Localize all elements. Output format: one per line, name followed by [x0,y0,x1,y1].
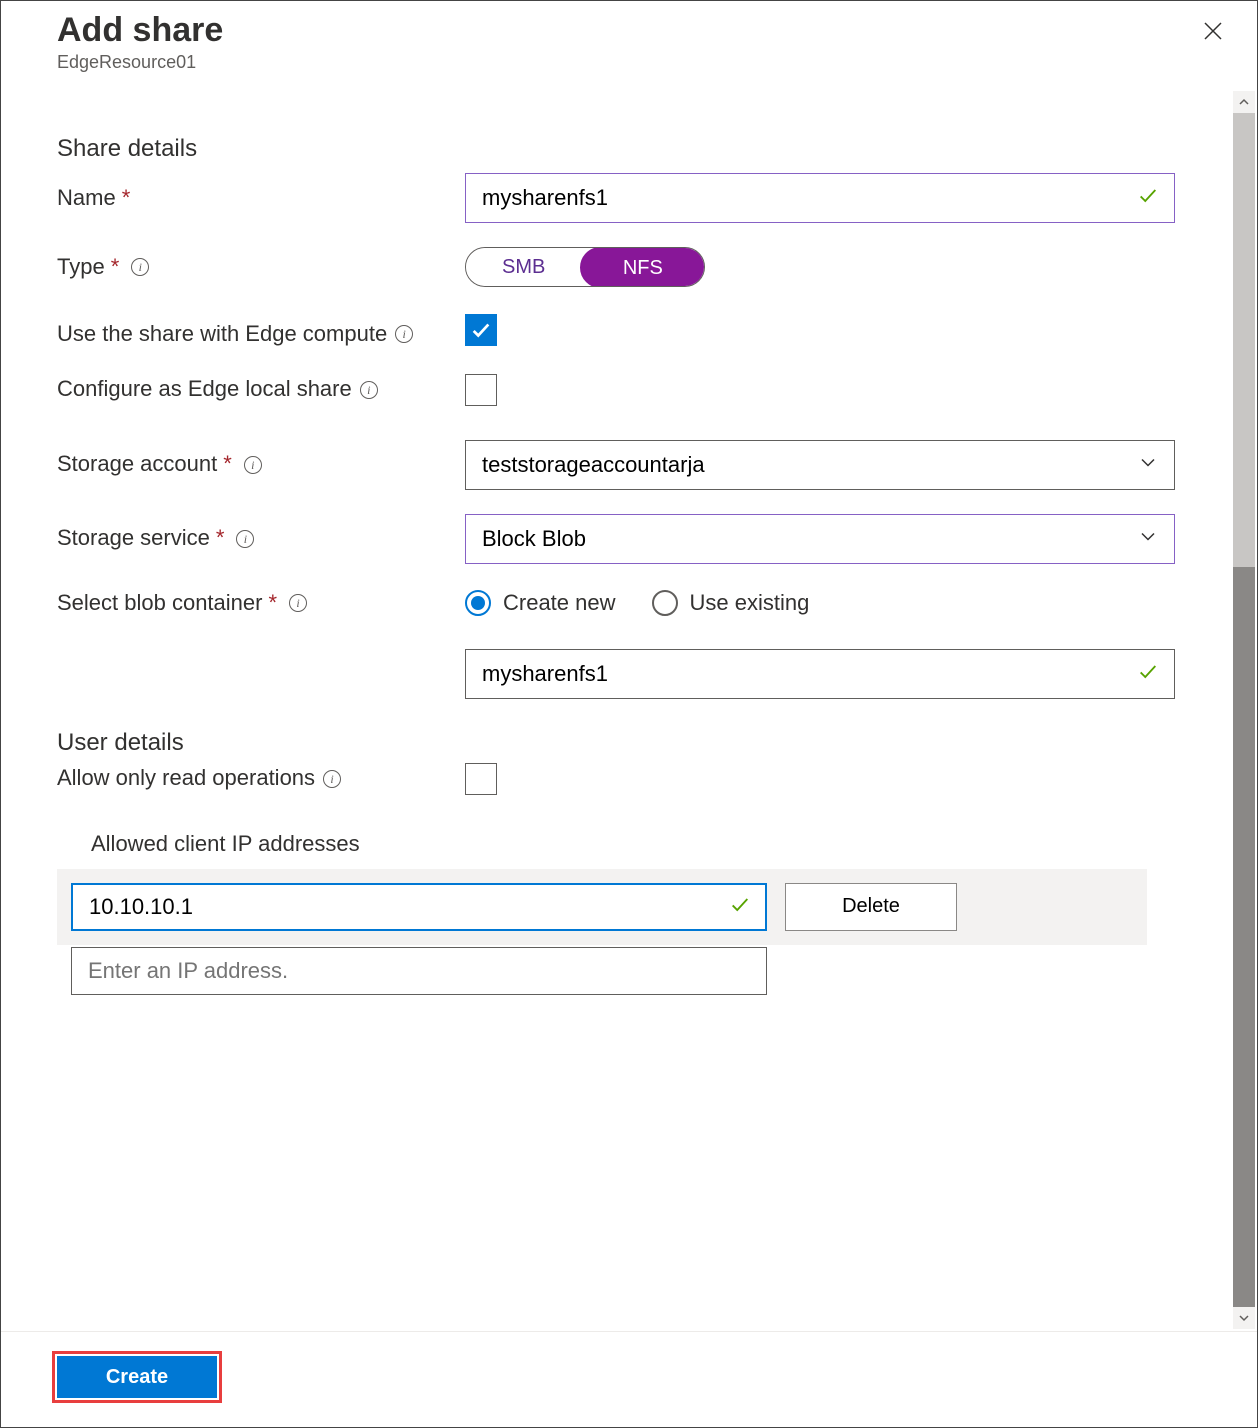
type-toggle: SMB NFS [465,247,705,287]
info-icon[interactable]: i [236,530,254,548]
read-only-checkbox[interactable] [465,763,497,795]
ip-address-input[interactable] [71,883,767,931]
radio-create-new[interactable]: Create new [465,590,616,616]
scroll-down-arrow-icon[interactable] [1233,1307,1255,1329]
create-button[interactable]: Create [57,1356,217,1398]
type-option-nfs[interactable]: NFS [580,247,706,287]
info-icon[interactable]: i [360,381,378,399]
validation-check-icon [1137,660,1159,687]
row-type: Type * i SMB NFS [57,247,1175,287]
close-button[interactable] [1201,19,1233,51]
radio-icon [652,590,678,616]
ip-entry-row: Delete [57,869,1147,945]
radio-use-existing[interactable]: Use existing [652,590,810,616]
row-blob-container-name [57,649,1175,699]
section-user-details: User details [57,729,1175,757]
checkmark-icon [470,319,492,341]
panel-header: Add share EdgeResource01 [1,1,1257,81]
ip-address-new-input[interactable] [71,947,767,995]
label-type: Type [57,252,105,283]
validation-check-icon [1137,185,1159,212]
edge-local-checkbox[interactable] [465,374,497,406]
row-edge-compute: Use the share with Edge compute i [57,311,1175,350]
label-name: Name [57,183,116,214]
edge-compute-checkbox[interactable] [465,314,497,346]
info-icon[interactable]: i [289,594,307,612]
row-edge-local: Configure as Edge local share i [57,374,1175,406]
row-name: Name * [57,173,1175,223]
form-content: Share details Name * Type * i SMB NFS [1,91,1231,1329]
storage-service-dropdown[interactable]: Block Blob [465,514,1175,564]
label-read-only: Allow only read operations [57,763,315,794]
radio-icon [465,590,491,616]
panel-title: Add share [57,11,1201,50]
label-edge-local: Configure as Edge local share [57,374,352,405]
name-input[interactable] [465,173,1175,223]
radio-label-create-new: Create new [503,590,616,616]
scroll-up-arrow-icon[interactable] [1233,91,1255,113]
label-edge-compute: Use the share with Edge compute [57,319,387,350]
info-icon[interactable]: i [244,456,262,474]
type-option-smb[interactable]: SMB [466,248,581,286]
label-storage-service: Storage service [57,523,210,554]
storage-account-dropdown[interactable]: teststorageaccountarja [465,440,1175,490]
label-storage-account: Storage account [57,449,217,480]
required-marker: * [111,252,120,283]
label-allowed-ip: Allowed client IP addresses [91,831,1175,857]
vertical-scrollbar[interactable] [1233,91,1255,1329]
radio-label-use-existing: Use existing [690,590,810,616]
info-icon[interactable]: i [323,770,341,788]
row-storage-service: Storage service * i Block Blob [57,514,1175,564]
scroll-thumb[interactable] [1233,113,1255,567]
validation-check-icon [729,893,751,920]
scroll-track[interactable] [1233,113,1255,1307]
required-marker: * [122,183,131,214]
scroll-thumb-lower[interactable] [1233,567,1255,1307]
close-icon [1201,19,1225,43]
info-icon[interactable]: i [395,325,413,343]
info-icon[interactable]: i [131,258,149,276]
row-storage-account: Storage account * i teststorageaccountar… [57,440,1175,490]
panel-subtitle: EdgeResource01 [57,52,1201,73]
chevron-down-icon [1139,453,1157,476]
label-blob-container: Select blob container [57,588,262,619]
delete-ip-button[interactable]: Delete [785,883,957,931]
required-marker: * [216,523,225,554]
panel-footer: Create [1,1331,1257,1427]
row-read-only: Allow only read operations i [57,763,1175,795]
required-marker: * [268,588,277,619]
row-blob-container: Select blob container * i Create new Use… [57,588,1175,619]
required-marker: * [223,449,232,480]
section-share-details: Share details [57,135,1175,163]
chevron-down-icon [1139,527,1157,550]
blob-container-name-input[interactable] [465,649,1175,699]
